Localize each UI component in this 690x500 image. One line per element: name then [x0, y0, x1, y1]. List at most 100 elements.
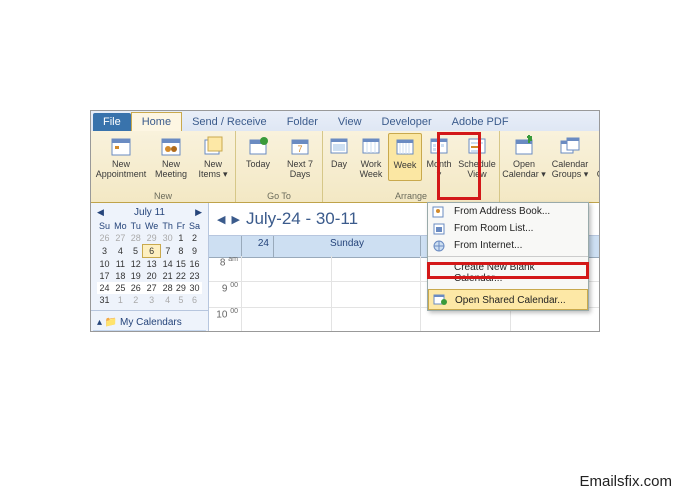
date-cell[interactable]: 6	[187, 294, 202, 306]
time-column: 8 am9 0010 00	[209, 256, 241, 332]
date-cell[interactable]: 3	[97, 245, 112, 258]
tab-developer[interactable]: Developer	[372, 113, 442, 131]
date-cell[interactable]: 3	[143, 294, 161, 306]
email-calendar-button[interactable]: E-mailCalendar	[593, 133, 600, 181]
date-cell[interactable]: 8	[175, 245, 187, 258]
date-cell[interactable]: 26	[129, 282, 143, 294]
next-7-days-button[interactable]: 7 Next 7Days	[279, 133, 321, 181]
week-button[interactable]: Week	[388, 133, 422, 181]
next-month-button[interactable]: ▶	[195, 207, 202, 218]
sidebar: ◀ July 11 ▶ SuMoTuWeThFrSa 2627282930123…	[91, 203, 209, 331]
date-cell[interactable]: 6	[143, 245, 161, 258]
menu-create-blank-calendar[interactable]: Create New Blank Calendar...	[428, 256, 588, 287]
group-label: Arrange	[324, 191, 498, 202]
calendar-groups-button[interactable]: CalendarGroups ▾	[547, 133, 593, 181]
date-cell[interactable]: 28	[160, 282, 174, 294]
tab-file[interactable]: File	[93, 113, 131, 131]
dow-header: Fr	[175, 220, 187, 232]
dow-header: Mo	[112, 220, 129, 232]
prev-month-button[interactable]: ◀	[97, 207, 104, 218]
label: NewItems ▾	[198, 159, 227, 179]
day-number[interactable]: 24	[241, 236, 273, 257]
date-cell[interactable]: 21	[160, 270, 174, 282]
date-cell[interactable]: 29	[143, 232, 161, 245]
ribbon-group-goto: Today 7 Next 7Days Go To	[236, 131, 323, 202]
date-cell[interactable]: 1	[175, 232, 187, 245]
calendar-groups-icon	[559, 135, 581, 157]
nav-item-calendar-1[interactable]: ✓ Calendar Mailbox - A	[93, 330, 206, 332]
date-cell[interactable]: 10	[97, 258, 112, 271]
dow-header: Su	[97, 220, 112, 232]
date-cell[interactable]: 13	[143, 258, 161, 271]
prev-week-button[interactable]: ◀	[217, 213, 225, 226]
tab-view[interactable]: View	[328, 113, 372, 131]
date-cell[interactable]: 30	[160, 232, 174, 245]
nav-section-my-calendars[interactable]: ▴ 📁 My Calendars	[93, 315, 206, 330]
new-meeting-button[interactable]: NewMeeting	[150, 133, 192, 181]
svg-text:7: 7	[297, 144, 302, 154]
next-week-button[interactable]: ▶	[231, 213, 239, 226]
address-book-icon	[432, 205, 446, 219]
group-label	[501, 191, 600, 202]
date-cell[interactable]: 11	[112, 258, 129, 271]
mini-calendar: ◀ July 11 ▶ SuMoTuWeThFrSa 2627282930123…	[91, 203, 208, 310]
shared-calendar-icon	[433, 292, 447, 306]
month-view-icon	[428, 135, 450, 157]
date-cell[interactable]: 12	[129, 258, 143, 271]
new-items-button[interactable]: NewItems ▾	[192, 133, 234, 181]
nav-pane: ▴ 📁 My Calendars ✓ Calendar Mailbox - A …	[91, 310, 208, 332]
label: Day	[331, 159, 347, 169]
date-cell[interactable]: 2	[129, 294, 143, 306]
date-cell[interactable]: 30	[187, 282, 202, 294]
date-cell[interactable]: 14	[160, 258, 174, 271]
date-cell[interactable]: 27	[143, 282, 161, 294]
date-cell[interactable]: 4	[112, 245, 129, 258]
date-cell[interactable]: 16	[187, 258, 202, 271]
date-cell[interactable]: 23	[187, 270, 202, 282]
tab-home[interactable]: Home	[131, 112, 182, 131]
schedule-view-button[interactable]: ScheduleView	[456, 133, 498, 181]
date-cell[interactable]: 27	[112, 232, 129, 245]
date-cell[interactable]: 15	[175, 258, 187, 271]
tab-send-receive[interactable]: Send / Receive	[182, 113, 277, 131]
date-cell[interactable]: 31	[97, 294, 112, 306]
tab-folder[interactable]: Folder	[277, 113, 328, 131]
time-row[interactable]	[241, 308, 599, 332]
day-button[interactable]: Day	[324, 133, 354, 181]
menu-from-internet[interactable]: From Internet...	[428, 237, 588, 254]
work-week-button[interactable]: WorkWeek	[354, 133, 388, 181]
date-cell[interactable]: 17	[97, 270, 112, 282]
week-view-icon	[394, 136, 416, 158]
date-cell[interactable]: 19	[129, 270, 143, 282]
date-cell[interactable]: 4	[160, 294, 174, 306]
open-calendar-dropdown: From Address Book... From Room List... F…	[427, 202, 589, 311]
ribbon-group-new: NewAppointment NewMeeting NewItems ▾ New	[91, 131, 236, 202]
tab-adobe-pdf[interactable]: Adobe PDF	[442, 113, 519, 131]
date-cell[interactable]: 9	[187, 245, 202, 258]
next7-icon: 7	[289, 135, 311, 157]
menu-from-room-list[interactable]: From Room List...	[428, 220, 588, 237]
date-cell[interactable]: 5	[175, 294, 187, 306]
date-cell[interactable]: 2	[187, 232, 202, 245]
date-cell[interactable]: 22	[175, 270, 187, 282]
schedule-icon	[466, 135, 488, 157]
date-cell[interactable]: 28	[129, 232, 143, 245]
menu-from-address-book[interactable]: From Address Book...	[428, 203, 588, 220]
new-appointment-button[interactable]: NewAppointment	[92, 133, 150, 181]
open-calendar-button[interactable]: OpenCalendar ▾	[501, 133, 547, 181]
date-cell[interactable]: 5	[129, 245, 143, 258]
mini-calendar-grid[interactable]: SuMoTuWeThFrSa 2627282930123456789101112…	[97, 220, 202, 306]
date-cell[interactable]: 29	[175, 282, 187, 294]
date-cell[interactable]: 20	[143, 270, 161, 282]
date-cell[interactable]: 24	[97, 282, 112, 294]
month-button[interactable]: Month▾	[422, 133, 456, 181]
menu-open-shared-calendar[interactable]: Open Shared Calendar...	[428, 289, 588, 310]
date-cell[interactable]: 25	[112, 282, 129, 294]
date-cell[interactable]: 18	[112, 270, 129, 282]
date-cell[interactable]: 26	[97, 232, 112, 245]
group-label: New	[92, 191, 234, 202]
today-button[interactable]: Today	[237, 133, 279, 181]
label: E-mailCalendar	[597, 159, 600, 179]
date-cell[interactable]: 1	[112, 294, 129, 306]
date-cell[interactable]: 7	[160, 245, 174, 258]
